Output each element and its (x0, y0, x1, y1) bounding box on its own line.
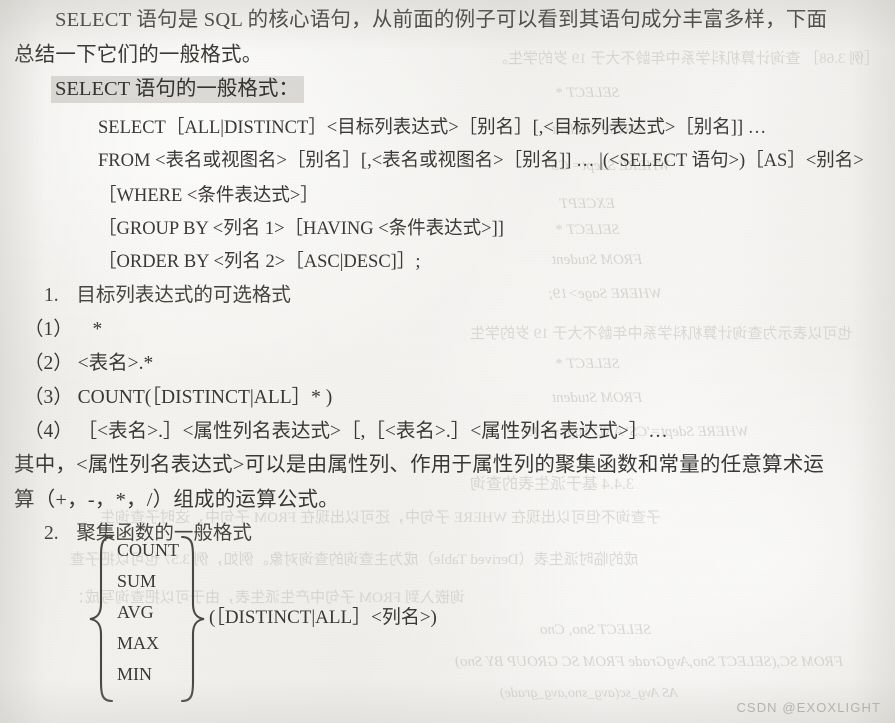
list-item-text: COUNT(［DISTINCT|ALL］* ) (77, 387, 333, 408)
syntax-line-order-by: ［ORDER BY <列名 2>［ASC|DESC]］; (98, 252, 421, 272)
intro-paragraph-line-1: SELECT 语句是 SQL 的核心语句，从前面的例子可以看到其语句成分丰富多样… (55, 9, 828, 31)
list-item: （1） * (24, 320, 102, 340)
section-1-title: 目标列表达式的可选格式 (76, 285, 291, 306)
list-item: （2） <表名>.* (24, 354, 153, 374)
section-heading: SELECT 语句的一般格式： (51, 76, 304, 103)
list-item: （3） COUNT(［DISTINCT|ALL］* ) (24, 388, 332, 408)
section-1-heading: 1. 目标列表达式的可选格式 (44, 286, 291, 306)
explanation-paragraph-line-1: 其中，<属性列名表达式>可以是由属性列、作用于属性列的聚集函数和常量的任意算术运 (14, 454, 825, 476)
list-item-marker: （3） (24, 387, 73, 408)
section-heading-label: SELECT 语句的一般格式： (51, 76, 304, 103)
list-item-marker: （1） (24, 319, 73, 340)
right-brace-icon (180, 535, 205, 703)
scanned-textbook-page: ［例 3.68］ 查询计算机科学系中年龄不大于 19 岁的学生。 SELECT *… (0, 0, 895, 723)
aggregate-option-min: MIN (117, 664, 152, 684)
list-item-text: * (92, 319, 103, 340)
section-1-number: 1. (44, 285, 59, 306)
aggregate-option-count: COUNT (117, 540, 179, 560)
section-2-number: 2. (44, 523, 59, 544)
list-item-text: ［<表名>.］<属性列名表达式>［,［<表名>.］<属性列名表达式>］… (77, 421, 668, 442)
page-content: SELECT 语句是 SQL 的核心语句，从前面的例子可以看到其语句成分丰富多样… (0, 0, 895, 723)
syntax-line-from: FROM <表名或视图名>［别名］[,<表名或视图名>［别名]] … |(<SE… (98, 151, 864, 171)
aggregate-option-avg: AVG (117, 602, 154, 622)
list-item-marker: （4） (24, 421, 73, 442)
aggregate-option-max: MAX (117, 633, 160, 653)
list-item-text: <表名>.* (77, 353, 154, 374)
intro-paragraph-line-2: 总结一下它们的一般格式。 (14, 44, 263, 66)
syntax-line-where: ［WHERE <条件表达式>］ (98, 186, 319, 206)
syntax-line-group-by: ［GROUP BY <列名 1>［HAVING <条件表达式>]] (98, 219, 504, 239)
list-item-marker: （2） (24, 353, 73, 374)
explanation-paragraph-line-2: 算（+，-，*，/）组成的运算公式。 (14, 489, 339, 511)
syntax-line-select: SELECT［ALL|DISTINCT］<目标列表达式>［别名］[,<目标列表达… (98, 118, 767, 138)
aggregate-argument: (［DISTINCT|ALL］<列名>) (209, 607, 437, 628)
list-item: （4） ［<表名>.］<属性列名表达式>［,［<表名>.］<属性列名表达式>］… (24, 422, 668, 442)
aggregate-option-sum: SUM (117, 571, 157, 591)
left-brace-icon (89, 535, 114, 703)
